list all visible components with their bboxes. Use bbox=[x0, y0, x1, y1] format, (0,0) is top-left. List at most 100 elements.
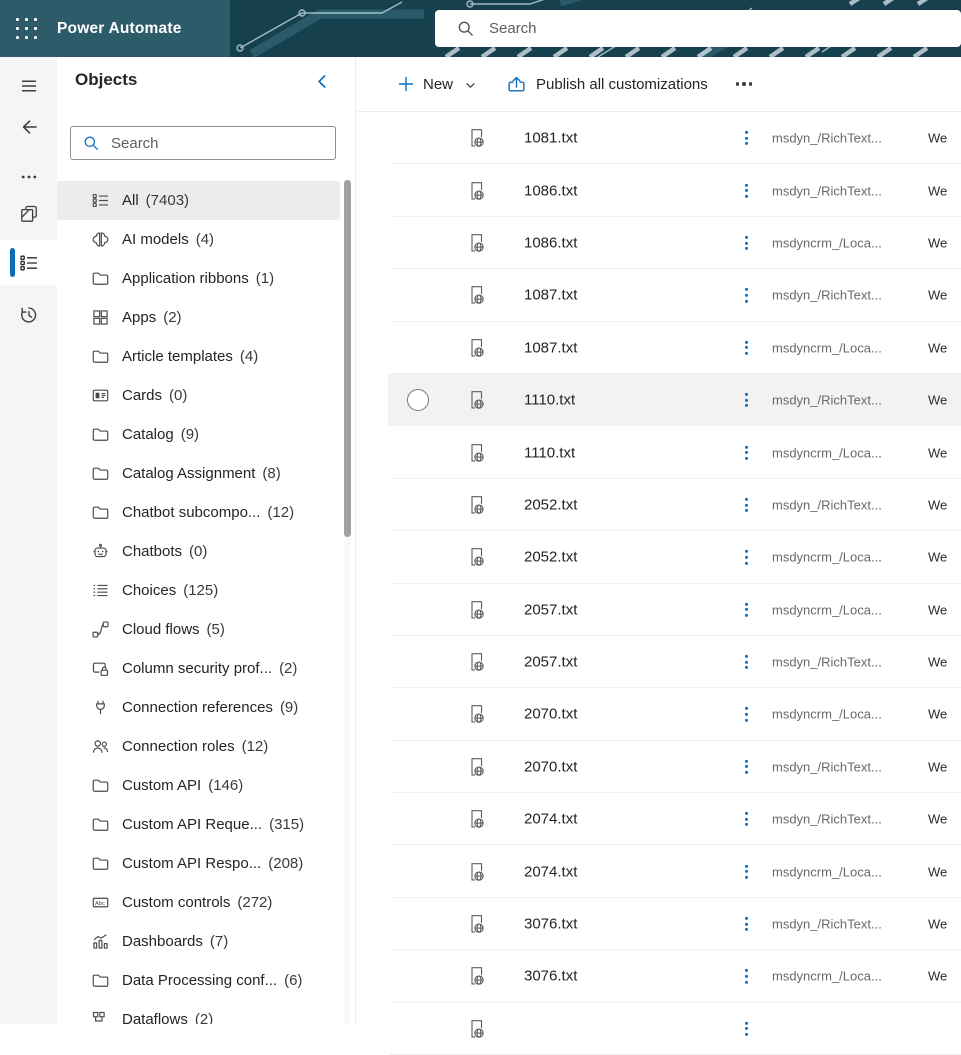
row-more-button[interactable] bbox=[741, 389, 752, 411]
objects-list-item[interactable]: Data Processing conf... (6) bbox=[57, 961, 340, 1000]
objects-list-item[interactable]: Custom API Respo... (208) bbox=[57, 844, 340, 883]
row-more-button[interactable] bbox=[741, 441, 752, 463]
row-more-button[interactable] bbox=[741, 337, 752, 359]
objects-list-item[interactable]: Catalog Assignment (8) bbox=[57, 454, 340, 493]
command-bar-more-button[interactable] bbox=[734, 76, 755, 91]
file-name[interactable]: 2057.txt bbox=[524, 601, 577, 618]
nav-menu-button[interactable] bbox=[0, 66, 57, 106]
row-more-button[interactable] bbox=[741, 232, 752, 254]
row-more-button[interactable] bbox=[741, 756, 752, 778]
row-more-button[interactable] bbox=[741, 494, 752, 516]
row-more-button[interactable] bbox=[741, 913, 752, 935]
list-bullets-icon bbox=[92, 192, 109, 209]
nav-more-button[interactable] bbox=[0, 157, 57, 197]
objects-list-item[interactable]: Apps (2) bbox=[57, 298, 340, 337]
objects-list-item[interactable]: Dataflows (2) bbox=[57, 1000, 340, 1024]
nav-solutions-button[interactable] bbox=[0, 194, 57, 234]
table-row[interactable]: 2070.txt msdyncrm_/Loca... We bbox=[388, 688, 961, 742]
file-name[interactable]: 1087.txt bbox=[524, 287, 577, 304]
objects-list-item[interactable]: Custom API (146) bbox=[57, 766, 340, 805]
file-name[interactable]: 3076.txt bbox=[524, 916, 577, 933]
objects-list-item[interactable]: Article templates (4) bbox=[57, 337, 340, 376]
file-name[interactable]: 1086.txt bbox=[524, 182, 577, 199]
row-more-button[interactable] bbox=[741, 808, 752, 830]
pages-icon bbox=[19, 204, 39, 224]
table-row[interactable]: 2070.txt msdyn_/RichText... We bbox=[388, 741, 961, 794]
row-more-button[interactable] bbox=[741, 1018, 752, 1040]
table-row[interactable]: 1081.txt msdyn_/RichText... We bbox=[388, 112, 961, 165]
table-row[interactable]: 1086.txt msdyncrm_/Loca... We bbox=[388, 217, 961, 270]
table-row[interactable]: 2057.txt msdyncrm_/Loca... We bbox=[388, 584, 961, 637]
table-row[interactable]: 2074.txt msdyncrm_/Loca... We bbox=[388, 845, 961, 899]
row-more-button[interactable] bbox=[741, 703, 752, 725]
row-more-button[interactable] bbox=[741, 861, 752, 883]
file-name[interactable]: 1081.txt bbox=[524, 130, 577, 147]
objects-search-input[interactable] bbox=[109, 133, 335, 153]
file-name[interactable]: 2070.txt bbox=[524, 758, 577, 775]
app-launcher-waffle-icon[interactable] bbox=[13, 15, 40, 42]
objects-list-item[interactable]: Cards (0) bbox=[57, 376, 340, 415]
table-row[interactable]: 2052.txt msdyncrm_/Loca... We bbox=[388, 531, 961, 584]
display-name: msdyn_/RichText... bbox=[772, 130, 882, 146]
row-more-button[interactable] bbox=[741, 965, 752, 987]
file-name[interactable]: 1110.txt bbox=[524, 444, 575, 461]
nav-history-button[interactable] bbox=[0, 295, 57, 335]
objects-list-item[interactable]: Chatbot subcompo... (12) bbox=[57, 493, 340, 532]
table-row[interactable] bbox=[388, 1003, 961, 1055]
objects-list-item[interactable]: Dashboards (7) bbox=[57, 922, 340, 961]
file-name[interactable]: 2052.txt bbox=[524, 496, 577, 513]
objects-list-item[interactable]: Custom controls (272) bbox=[57, 883, 340, 922]
objects-list-item[interactable]: AI models (4) bbox=[57, 220, 340, 259]
new-button[interactable]: New bbox=[398, 76, 476, 93]
objects-list-item[interactable]: Choices (125) bbox=[57, 571, 340, 610]
table-row[interactable]: 2074.txt msdyn_/RichText... We bbox=[388, 793, 961, 846]
objects-search-box[interactable] bbox=[70, 126, 336, 160]
doc-globe-icon bbox=[469, 338, 485, 357]
row-more-button[interactable] bbox=[741, 546, 752, 568]
objects-list-item[interactable]: Cloud flows (5) bbox=[57, 610, 340, 649]
objects-list-item[interactable]: Chatbots (0) bbox=[57, 532, 340, 571]
objects-list-item[interactable]: Connection references (9) bbox=[57, 688, 340, 727]
row-more-button[interactable] bbox=[741, 651, 752, 673]
table-row[interactable]: 1087.txt msdyncrm_/Loca... We bbox=[388, 322, 961, 375]
table-row[interactable]: 2057.txt msdyn_/RichText... We bbox=[388, 636, 961, 689]
doc-globe-icon bbox=[469, 705, 485, 724]
file-name[interactable]: 1110.txt bbox=[524, 392, 575, 409]
objects-list-item[interactable]: All (7403) bbox=[57, 181, 340, 220]
file-name[interactable]: 2074.txt bbox=[524, 811, 577, 828]
objects-list-item[interactable]: Custom API Reque... (315) bbox=[57, 805, 340, 844]
objects-list-item[interactable]: Column security prof... (2) bbox=[57, 649, 340, 688]
file-name[interactable]: 1086.txt bbox=[524, 234, 577, 251]
file-name[interactable]: 1087.txt bbox=[524, 339, 577, 356]
row-more-button[interactable] bbox=[741, 284, 752, 306]
objects-list-item[interactable]: Catalog (9) bbox=[57, 415, 340, 454]
global-search-box[interactable] bbox=[435, 10, 961, 47]
file-name[interactable]: 3076.txt bbox=[524, 968, 577, 985]
objects-list-item[interactable]: Connection roles (12) bbox=[57, 727, 340, 766]
doc-globe-icon bbox=[469, 495, 485, 514]
table-row[interactable]: 3076.txt msdyncrm_/Loca... We bbox=[388, 950, 961, 1004]
nav-objects-button-selected[interactable] bbox=[0, 240, 57, 285]
display-name: msdyncrm_/Loca... bbox=[772, 549, 882, 565]
panel-scrollbar-thumb[interactable] bbox=[344, 180, 351, 537]
table-row[interactable]: 1110.txt msdyncrm_/Loca... We bbox=[388, 426, 961, 480]
global-search-input[interactable] bbox=[487, 19, 961, 38]
file-name[interactable]: 2074.txt bbox=[524, 863, 577, 880]
file-name[interactable]: 2057.txt bbox=[524, 654, 577, 671]
file-name[interactable]: 2070.txt bbox=[524, 706, 577, 723]
table-row[interactable]: 1086.txt msdyn_/RichText... We bbox=[388, 164, 961, 218]
row-more-button[interactable] bbox=[741, 127, 752, 149]
table-row[interactable]: 3076.txt msdyn_/RichText... We bbox=[388, 898, 961, 951]
file-name[interactable]: 2052.txt bbox=[524, 549, 577, 566]
table-row[interactable]: 1110.txt msdyn_/RichText... We bbox=[388, 373, 961, 427]
objects-list-item[interactable]: Application ribbons (1) bbox=[57, 259, 340, 298]
back-button[interactable] bbox=[0, 107, 57, 147]
publish-all-customizations-button[interactable]: Publish all customizations bbox=[507, 75, 708, 94]
table-row[interactable]: 2052.txt msdyn_/RichText... We bbox=[388, 479, 961, 532]
row-more-button[interactable] bbox=[741, 179, 752, 201]
table-row[interactable]: 1087.txt msdyn_/RichText... We bbox=[388, 269, 961, 322]
collapse-panel-button[interactable] bbox=[314, 73, 331, 90]
row-more-button[interactable] bbox=[741, 599, 752, 621]
objects-list-icon bbox=[19, 253, 39, 273]
row-radio-button[interactable] bbox=[407, 389, 429, 412]
